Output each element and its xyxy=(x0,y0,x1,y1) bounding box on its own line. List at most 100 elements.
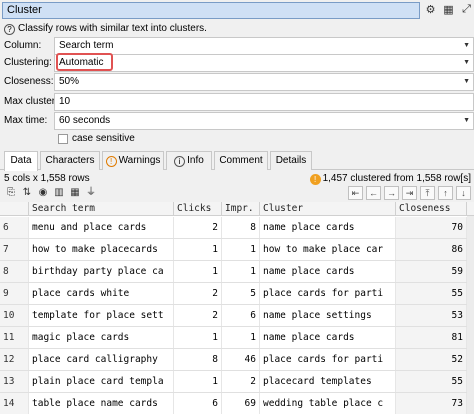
cell-cluster[interactable]: name place cards xyxy=(260,327,396,348)
cell-clicks[interactable]: 2 xyxy=(174,305,222,326)
cell-impr[interactable]: 6 xyxy=(222,305,260,326)
table-row[interactable]: 13 plain place card templa 1 2 placecard tem… xyxy=(0,371,474,393)
table-row[interactable]: 14 table place name cards 6 69 wedding table… xyxy=(0,393,474,414)
closeness-select[interactable]: 50% ▼ xyxy=(54,73,474,91)
up-icon[interactable]: ↑ xyxy=(438,186,453,200)
column-header[interactable]: Clicks xyxy=(174,202,222,216)
cell-impr[interactable]: 8 xyxy=(222,217,260,238)
view-icon[interactable]: ◉ xyxy=(36,186,50,200)
first-row-icon[interactable]: ⤒ xyxy=(420,186,435,200)
cell-term[interactable]: plain place card templa xyxy=(29,371,174,392)
settings-icon[interactable]: ⚙ xyxy=(423,2,438,17)
column-header[interactable]: Cluster xyxy=(260,202,396,216)
cell-clicks[interactable]: 8 xyxy=(174,349,222,370)
cell-closeness[interactable]: 55 xyxy=(396,283,467,304)
cell-cluster[interactable]: name place settings xyxy=(260,305,396,326)
expand-icon[interactable]: ⤢ xyxy=(459,2,474,17)
cell-clicks[interactable]: 1 xyxy=(174,327,222,348)
cell-impr[interactable]: 1 xyxy=(222,239,260,260)
cell-closeness[interactable]: 86 xyxy=(396,239,467,260)
help-icon[interactable]: ? xyxy=(4,24,15,35)
cell-closeness[interactable]: 73 xyxy=(396,393,467,414)
next-column-icon[interactable]: → xyxy=(384,186,399,200)
cell-idx[interactable]: 6 xyxy=(0,217,29,238)
cell-impr[interactable]: 1 xyxy=(222,327,260,348)
max-clusters-input[interactable]: 10 xyxy=(54,93,474,111)
cell-clicks[interactable]: 2 xyxy=(174,217,222,238)
copy-icon[interactable]: ⎘ xyxy=(4,186,18,200)
tab-warnings[interactable]: ! Warnings xyxy=(102,151,164,170)
closeness-row: Closeness: 50% ▼ xyxy=(0,73,474,91)
cell-idx[interactable]: 14 xyxy=(0,393,29,414)
cell-cluster[interactable]: wedding table place c xyxy=(260,393,396,414)
clustering-select[interactable]: Automatic ▼ xyxy=(54,54,474,72)
grid-icon[interactable]: ▦ xyxy=(441,2,456,17)
cell-idx[interactable]: 8 xyxy=(0,261,29,282)
last-column-icon[interactable]: ⇥ xyxy=(402,186,417,200)
tab-data[interactable]: Data xyxy=(4,151,38,171)
cell-term[interactable]: template for place sett xyxy=(29,305,174,326)
first-column-icon[interactable]: ⇤ xyxy=(348,186,363,200)
tab-characters[interactable]: Characters xyxy=(40,151,100,170)
tab-comment[interactable]: Comment xyxy=(214,151,268,170)
cell-impr[interactable]: 5 xyxy=(222,283,260,304)
case-sensitive-checkbox[interactable] xyxy=(58,134,68,144)
tab-details[interactable]: Details xyxy=(270,151,312,170)
cell-closeness[interactable]: 59 xyxy=(396,261,467,282)
table-row[interactable]: 11 magic place cards 1 1 name place cards 81 xyxy=(0,327,474,349)
table-row[interactable]: 9 place cards white 2 5 place cards for part… xyxy=(0,283,474,305)
cell-term[interactable]: place card calligraphy xyxy=(29,349,174,370)
cell-cluster[interactable]: name place cards xyxy=(260,217,396,238)
cell-clicks[interactable]: 2 xyxy=(174,283,222,304)
cell-clicks[interactable]: 6 xyxy=(174,393,222,414)
cell-impr[interactable]: 2 xyxy=(222,371,260,392)
cell-cluster[interactable]: how to make place car xyxy=(260,239,396,260)
cell-cluster[interactable]: place cards for parti xyxy=(260,349,396,370)
column-header[interactable]: Search term xyxy=(29,202,174,216)
table-icon[interactable]: ▦ xyxy=(68,186,82,200)
cell-term[interactable]: place cards white xyxy=(29,283,174,304)
max-time-select[interactable]: 60 seconds ▼ xyxy=(54,112,474,130)
cell-cluster[interactable]: place cards for parti xyxy=(260,283,396,304)
table-row[interactable]: 8 birthday party place ca 1 1 name place car… xyxy=(0,261,474,283)
vertical-scrollbar[interactable] xyxy=(467,216,474,414)
cell-idx[interactable]: 10 xyxy=(0,305,29,326)
column-select[interactable]: Search term ▼ xyxy=(54,37,474,55)
cell-term[interactable]: magic place cards xyxy=(29,327,174,348)
columns-icon[interactable]: ▥ xyxy=(52,186,66,200)
chevron-down-icon: ▼ xyxy=(463,42,470,49)
down-icon[interactable]: ↓ xyxy=(456,186,471,200)
column-header[interactable]: Closeness xyxy=(396,202,467,216)
cell-closeness[interactable]: 52 xyxy=(396,349,467,370)
sort-icon[interactable]: ⇅ xyxy=(20,186,34,200)
cell-cluster[interactable]: name place cards xyxy=(260,261,396,282)
cell-impr[interactable]: 69 xyxy=(222,393,260,414)
cell-term[interactable]: birthday party place ca xyxy=(29,261,174,282)
cell-clicks[interactable]: 1 xyxy=(174,261,222,282)
cell-idx[interactable]: 11 xyxy=(0,327,29,348)
cell-idx[interactable]: 9 xyxy=(0,283,29,304)
column-header[interactable]: Impr. xyxy=(222,202,260,216)
cell-closeness[interactable]: 53 xyxy=(396,305,467,326)
cell-cluster[interactable]: placecard templates xyxy=(260,371,396,392)
cell-impr[interactable]: 1 xyxy=(222,261,260,282)
table-row[interactable]: 10 template for place sett 2 6 name place se… xyxy=(0,305,474,327)
cell-idx[interactable]: 13 xyxy=(0,371,29,392)
table-row[interactable]: 7 how to make placecards 1 1 how to make pla… xyxy=(0,239,474,261)
cell-idx[interactable]: 7 xyxy=(0,239,29,260)
table-row[interactable]: 6 menu and place cards 2 8 name place cards 7… xyxy=(0,217,474,239)
prev-column-icon[interactable]: ← xyxy=(366,186,381,200)
filter-icon[interactable]: ⏚ xyxy=(84,186,98,200)
table-row[interactable]: 12 place card calligraphy 8 46 place cards f… xyxy=(0,349,474,371)
cell-term[interactable]: table place name cards xyxy=(29,393,174,414)
cell-clicks[interactable]: 1 xyxy=(174,239,222,260)
tab-info[interactable]: i Info xyxy=(166,151,212,170)
cell-term[interactable]: how to make placecards xyxy=(29,239,174,260)
cell-idx[interactable]: 12 xyxy=(0,349,29,370)
cell-impr[interactable]: 46 xyxy=(222,349,260,370)
cell-closeness[interactable]: 70 xyxy=(396,217,467,238)
cell-closeness[interactable]: 81 xyxy=(396,327,467,348)
cell-term[interactable]: menu and place cards xyxy=(29,217,174,238)
cell-closeness[interactable]: 55 xyxy=(396,371,467,392)
cell-clicks[interactable]: 1 xyxy=(174,371,222,392)
